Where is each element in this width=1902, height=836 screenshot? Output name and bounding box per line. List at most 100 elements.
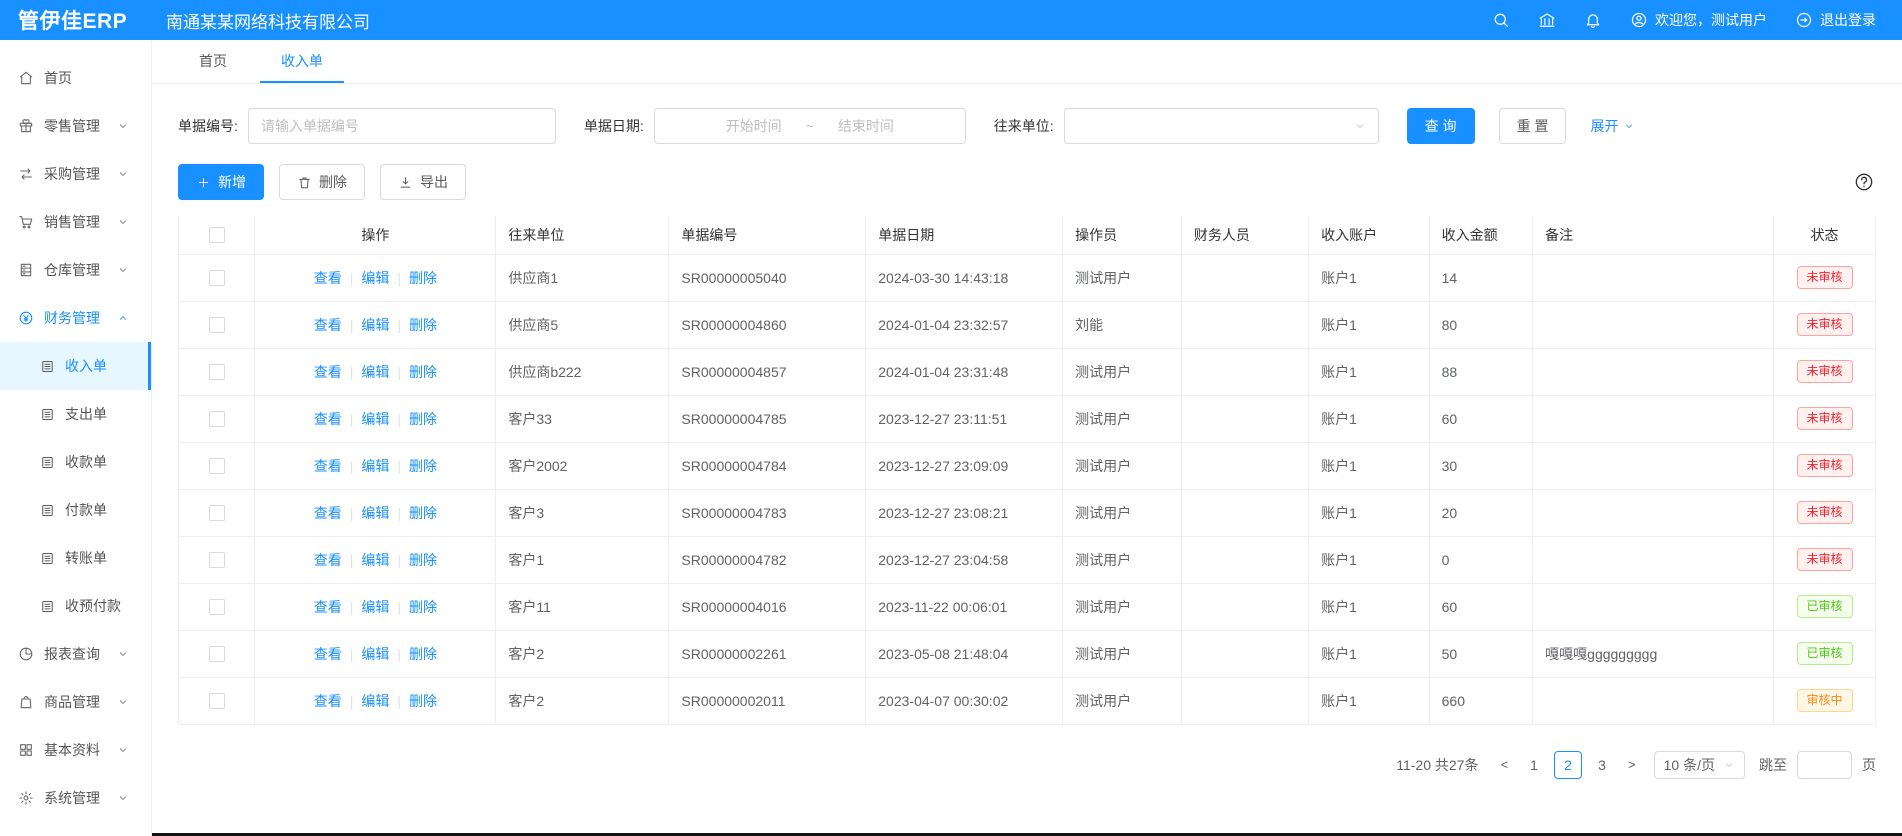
delete-link[interactable]: 删除 xyxy=(409,458,437,474)
view-link[interactable]: 查看 xyxy=(314,505,342,521)
row-checkbox[interactable] xyxy=(209,646,225,662)
page-3-button[interactable]: 3 xyxy=(1588,751,1616,779)
sidebar-item-基本资料[interactable]: 基本资料 xyxy=(0,726,151,774)
jump-page-input[interactable] xyxy=(1797,751,1852,779)
page-2-button[interactable]: 2 xyxy=(1554,751,1582,779)
delete-link[interactable]: 删除 xyxy=(409,411,437,427)
row-checkbox[interactable] xyxy=(209,317,225,333)
finance-person-cell xyxy=(1181,395,1308,442)
operator-cell: 测试用户 xyxy=(1063,254,1182,301)
next-page-button[interactable]: > xyxy=(1620,757,1644,772)
partner-select[interactable] xyxy=(1064,108,1379,144)
sidebar-item-收预付款[interactable]: 收预付款 xyxy=(0,582,151,630)
view-link[interactable]: 查看 xyxy=(314,364,342,380)
edit-link[interactable]: 编辑 xyxy=(361,646,389,662)
edit-link[interactable]: 编辑 xyxy=(361,552,389,568)
row-checkbox[interactable] xyxy=(209,270,225,286)
delete-link[interactable]: 删除 xyxy=(409,364,437,380)
view-link[interactable]: 查看 xyxy=(314,317,342,333)
income-account-cell: 账户1 xyxy=(1309,536,1429,583)
operator-cell: 测试用户 xyxy=(1063,395,1182,442)
sidebar-item-报表查询[interactable]: 报表查询 xyxy=(0,630,151,678)
row-checkbox[interactable] xyxy=(209,505,225,521)
expand-link[interactable]: 展开 xyxy=(1590,116,1635,136)
select-all-checkbox[interactable] xyxy=(209,227,225,243)
edit-link[interactable]: 编辑 xyxy=(361,270,389,286)
edit-link[interactable]: 编辑 xyxy=(361,317,389,333)
view-link[interactable]: 查看 xyxy=(314,270,342,286)
export-button[interactable]: 导出 xyxy=(380,164,466,200)
bell-icon[interactable] xyxy=(1584,11,1602,29)
sidebar-item-采购管理[interactable]: 采购管理 xyxy=(0,150,151,198)
bill-no-input[interactable] xyxy=(248,108,556,144)
partner-cell: 客户2 xyxy=(496,677,669,724)
delete-link[interactable]: 删除 xyxy=(409,317,437,333)
edit-link[interactable]: 编辑 xyxy=(361,599,389,615)
delete-link[interactable]: 删除 xyxy=(409,270,437,286)
row-checkbox[interactable] xyxy=(209,411,225,427)
bill-date-cell: 2023-04-07 00:30:02 xyxy=(866,677,1063,724)
edit-link[interactable]: 编辑 xyxy=(361,411,389,427)
view-link[interactable]: 查看 xyxy=(314,411,342,427)
search-icon[interactable] xyxy=(1492,11,1510,29)
operator-cell: 测试用户 xyxy=(1063,348,1182,395)
row-checkbox[interactable] xyxy=(209,552,225,568)
tab-首页[interactable]: 首页 xyxy=(178,40,248,83)
tab-收入单[interactable]: 收入单 xyxy=(260,40,344,83)
logout-button[interactable]: 退出登录 xyxy=(1795,10,1876,30)
edit-link[interactable]: 编辑 xyxy=(361,364,389,380)
edit-link[interactable]: 编辑 xyxy=(361,458,389,474)
view-link[interactable]: 查看 xyxy=(314,458,342,474)
sidebar-item-销售管理[interactable]: 销售管理 xyxy=(0,198,151,246)
edit-link[interactable]: 编辑 xyxy=(361,505,389,521)
delete-link[interactable]: 删除 xyxy=(409,505,437,521)
page-1-button[interactable]: 1 xyxy=(1520,751,1548,779)
reset-button[interactable]: 重 置 xyxy=(1499,108,1567,144)
date-range-picker[interactable]: 开始时间 ~ 结束时间 xyxy=(654,108,966,144)
bank-icon[interactable] xyxy=(1538,11,1556,29)
page-size-select[interactable]: 10 条/页 xyxy=(1654,751,1745,779)
add-button[interactable]: 新增 xyxy=(178,164,264,200)
sidebar-item-系统管理[interactable]: 系统管理 xyxy=(0,774,151,822)
income-amount-cell: 660 xyxy=(1429,677,1533,724)
sidebar-item-转账单[interactable]: 转账单 xyxy=(0,534,151,582)
edit-link[interactable]: 编辑 xyxy=(361,693,389,709)
delete-button[interactable]: 删除 xyxy=(279,164,365,200)
sidebar-item-label: 报表查询 xyxy=(44,644,100,664)
prev-page-button[interactable]: < xyxy=(1492,757,1516,772)
sidebar-item-财务管理[interactable]: 财务管理 xyxy=(0,294,151,342)
row-checkbox[interactable] xyxy=(209,364,225,380)
action-divider: | xyxy=(397,364,401,380)
gift-icon xyxy=(18,118,34,134)
user-menu[interactable]: 欢迎您，测试用户 xyxy=(1630,10,1767,30)
sidebar-item-收入单[interactable]: 收入单 xyxy=(0,342,151,390)
income-account-cell: 账户1 xyxy=(1309,677,1429,724)
row-checkbox[interactable] xyxy=(209,458,225,474)
bill-no-cell: SR00000005040 xyxy=(669,254,866,301)
sidebar-item-零售管理[interactable]: 零售管理 xyxy=(0,102,151,150)
status-badge: 已审核 xyxy=(1797,642,1853,665)
help-icon[interactable] xyxy=(1854,172,1874,192)
view-link[interactable]: 查看 xyxy=(314,646,342,662)
remark-cell xyxy=(1533,348,1774,395)
search-button[interactable]: 查 询 xyxy=(1407,108,1475,144)
delete-link[interactable]: 删除 xyxy=(409,552,437,568)
bill-date-cell: 2023-12-27 23:11:51 xyxy=(866,395,1063,442)
sidebar-item-商品管理[interactable]: 商品管理 xyxy=(0,678,151,726)
sidebar-item-支出单[interactable]: 支出单 xyxy=(0,390,151,438)
sidebar-item-首页[interactable]: 首页 xyxy=(0,54,151,102)
row-checkbox[interactable] xyxy=(209,693,225,709)
view-link[interactable]: 查看 xyxy=(314,693,342,709)
income-amount-cell: 14 xyxy=(1429,254,1533,301)
view-link[interactable]: 查看 xyxy=(314,552,342,568)
chevron-down-icon xyxy=(117,648,129,660)
delete-link[interactable]: 删除 xyxy=(409,599,437,615)
delete-link[interactable]: 删除 xyxy=(409,693,437,709)
delete-link[interactable]: 删除 xyxy=(409,646,437,662)
income-account-cell: 账户1 xyxy=(1309,583,1429,630)
row-checkbox[interactable] xyxy=(209,599,225,615)
sidebar-item-仓库管理[interactable]: 仓库管理 xyxy=(0,246,151,294)
sidebar-item-付款单[interactable]: 付款单 xyxy=(0,486,151,534)
view-link[interactable]: 查看 xyxy=(314,599,342,615)
sidebar-item-收款单[interactable]: 收款单 xyxy=(0,438,151,486)
